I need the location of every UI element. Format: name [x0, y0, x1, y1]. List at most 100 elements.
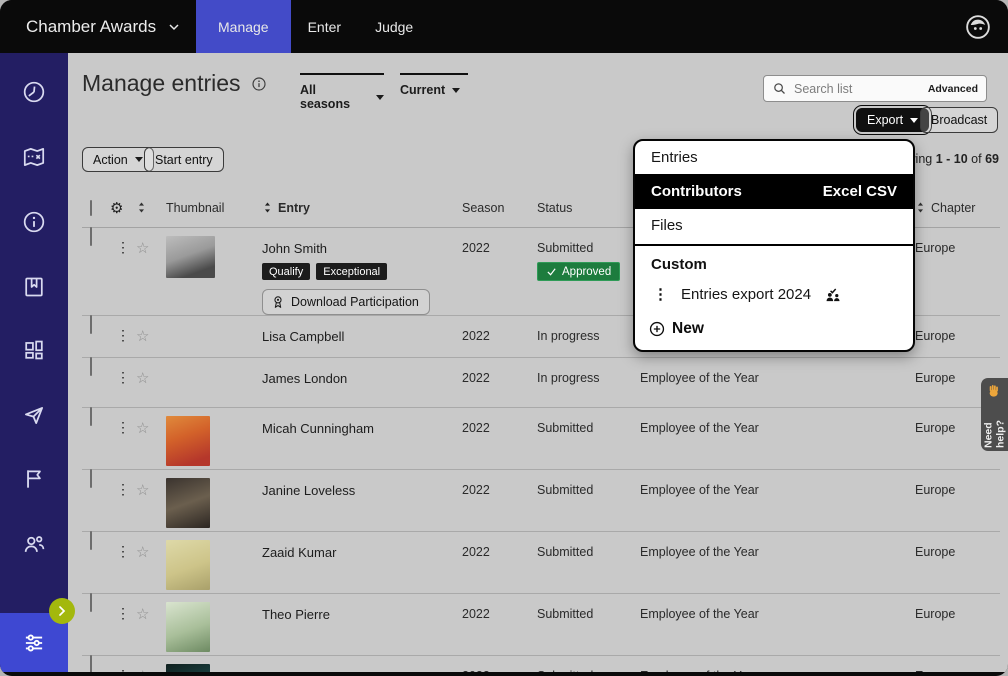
sidebar-item-bookmark[interactable] [0, 267, 68, 307]
row-star-icon[interactable]: ☆ [136, 358, 166, 387]
entry-name[interactable]: Micah Cunningham [262, 421, 462, 436]
row-star-icon[interactable]: ☆ [136, 408, 166, 437]
sidebar-item-send[interactable] [0, 395, 68, 435]
row-checkbox[interactable] [90, 315, 92, 334]
tab-judge[interactable]: Judge [358, 0, 430, 53]
sidebar-item-map[interactable] [0, 137, 68, 177]
menu-item-custom-export[interactable]: ⋮ Entries export 2024 [635, 277, 913, 311]
sort-icon [915, 201, 926, 214]
row-kebab-menu-icon[interactable]: ⋮ [110, 532, 136, 560]
menu-item-new[interactable]: New [635, 311, 913, 346]
advanced-search-link[interactable]: Advanced [928, 83, 978, 95]
sidebar-item-dashboard[interactable] [0, 330, 68, 370]
entry-season: 2022 [462, 656, 537, 672]
entry-thumbnail[interactable] [166, 664, 210, 672]
row-star-icon[interactable]: ☆ [136, 594, 166, 623]
row-star-icon[interactable]: ☆ [136, 470, 166, 499]
row-star-icon[interactable]: ☆ [136, 656, 166, 672]
brand-label: Chamber Awards [26, 17, 156, 37]
tab-manage[interactable]: Manage [196, 0, 291, 53]
select-all-checkbox[interactable] [90, 200, 92, 216]
sidebar-item-users[interactable] [0, 524, 68, 564]
entry-name[interactable]: Janine Loveless [262, 483, 462, 498]
table-row[interactable]: ⋮ ☆ Stuart Entrant 2022 Submitted Employ… [82, 656, 1000, 672]
action-button[interactable]: Action [82, 147, 154, 172]
menu-item-entries[interactable]: Entries [635, 141, 913, 174]
row-kebab-menu-icon[interactable]: ⋮ [110, 594, 136, 622]
search-input[interactable] [794, 82, 928, 96]
column-header-entry[interactable]: Entry [262, 201, 462, 215]
seasons-filter[interactable]: All seasons [300, 73, 384, 111]
column-settings-gear-icon[interactable]: ⚙ [110, 199, 136, 217]
sidebar-expand-button[interactable] [49, 598, 75, 624]
entry-name[interactable]: Theo Pierre [262, 607, 462, 622]
award-ribbon-icon [270, 294, 286, 310]
row-checkbox[interactable] [90, 407, 92, 426]
row-kebab-menu-icon[interactable]: ⋮ [110, 228, 136, 256]
column-header-status[interactable]: Status [537, 201, 640, 215]
row-checkbox[interactable] [90, 655, 92, 672]
row-star-icon[interactable]: ☆ [136, 228, 166, 257]
row-kebab-menu-icon[interactable]: ⋮ [110, 470, 136, 498]
entry-chapter: Europe [915, 594, 1000, 621]
brand-switcher[interactable]: Chamber Awards [0, 0, 196, 53]
column-header-season[interactable]: Season [462, 201, 537, 215]
row-checkbox[interactable] [90, 357, 92, 376]
entry-name[interactable]: Stuart Entrant [262, 669, 462, 672]
entry-name[interactable]: Zaaid Kumar [262, 545, 462, 560]
sidebar-item-info[interactable] [0, 202, 68, 242]
table-row[interactable]: ⋮ ☆ Micah Cunningham 2022 Submitted Empl… [82, 408, 1000, 470]
column-header-chapter[interactable]: Chapter [915, 201, 1000, 215]
plus-circle-icon [648, 320, 666, 338]
table-row[interactable]: ⋮ ☆ Zaaid Kumar 2022 Submitted Employee … [82, 532, 1000, 594]
row-kebab-menu-icon[interactable]: ⋮ [110, 656, 136, 672]
table-row[interactable]: ⋮ ☆ Janine Loveless 2022 Submitted Emplo… [82, 470, 1000, 532]
entry-thumbnail[interactable] [166, 478, 210, 528]
entry-status: Submitted [537, 421, 640, 435]
entry-season: 2022 [462, 228, 537, 255]
current-filter[interactable]: Current [400, 73, 468, 97]
table-row[interactable]: ⋮ ☆ James London 2022 In progress Employ… [82, 358, 1000, 408]
entry-thumbnail[interactable] [166, 416, 210, 466]
kebab-menu-icon[interactable]: ⋮ [653, 285, 668, 303]
row-star-icon[interactable]: ☆ [136, 532, 166, 561]
row-checkbox[interactable] [90, 227, 92, 246]
tab-enter[interactable]: Enter [291, 0, 358, 53]
row-star-icon[interactable]: ☆ [136, 316, 166, 345]
column-header-thumbnail[interactable]: Thumbnail [166, 201, 262, 215]
row-checkbox[interactable] [90, 593, 92, 612]
menu-section-custom: Custom [635, 246, 913, 277]
row-checkbox[interactable] [90, 469, 92, 488]
user-avatar-icon[interactable] [964, 13, 992, 41]
need-help-tab[interactable]: Need help? [981, 378, 1008, 451]
menu-item-files[interactable]: Files [635, 209, 913, 242]
entry-season: 2022 [462, 594, 537, 621]
sort-icon [262, 201, 273, 214]
sidebar-item-clock[interactable] [0, 72, 68, 112]
entry-name[interactable]: James London [262, 371, 462, 386]
entry-thumbnail[interactable] [166, 236, 215, 278]
entry-chapter: Europe [915, 316, 1000, 343]
table-row[interactable]: ⋮ ☆ Theo Pierre 2022 Submitted Employee … [82, 594, 1000, 656]
entry-thumbnail[interactable] [166, 540, 210, 590]
start-entry-button[interactable]: Start entry [144, 147, 224, 172]
info-tooltip-icon[interactable] [251, 76, 267, 92]
sidebar-item-flag[interactable] [0, 459, 68, 499]
menu-item-contributors[interactable]: Contributors Excel CSV [635, 174, 913, 209]
export-button[interactable]: Export [856, 108, 929, 132]
sort-icon[interactable] [136, 201, 166, 214]
row-kebab-menu-icon[interactable]: ⋮ [110, 316, 136, 344]
entry-thumbnail[interactable] [166, 602, 210, 652]
flag-icon [21, 466, 47, 492]
row-kebab-menu-icon[interactable]: ⋮ [110, 358, 136, 386]
entry-chapter: Europe [915, 470, 1000, 497]
row-kebab-menu-icon[interactable]: ⋮ [110, 408, 136, 436]
broadcast-button[interactable]: Broadcast [920, 107, 998, 133]
app-window: Chamber Awards Manage Enter Judge [0, 0, 1008, 676]
entry-season: 2022 [462, 316, 537, 343]
export-format-options[interactable]: Excel CSV [823, 183, 897, 200]
entry-name[interactable]: John Smith [262, 241, 462, 256]
entry-name[interactable]: Lisa Campbell [262, 329, 462, 344]
row-checkbox[interactable] [90, 531, 92, 550]
download-participation-button[interactable]: Download Participation [262, 289, 430, 315]
